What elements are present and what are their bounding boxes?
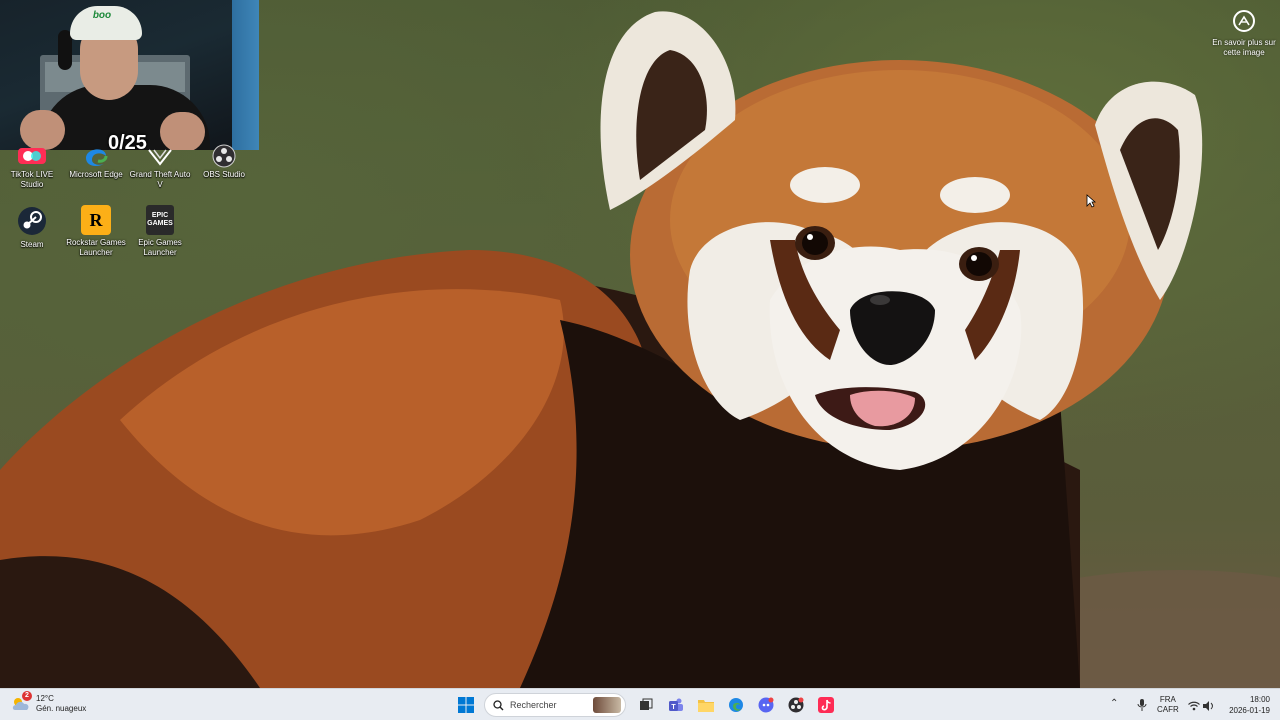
desktop-icon-gta-v[interactable]: Grand Theft Auto V [128,145,192,190]
svg-text:T: T [671,704,676,711]
task-view-icon [640,698,653,710]
desktop-icon-epic-games-launcher[interactable]: EPIC GAMES Epic Games Launcher [128,205,192,258]
clock-time: 18:00 [1249,695,1270,704]
background-light [232,0,259,150]
tiktok-taskbar-button[interactable] [812,691,840,719]
obs-icon [208,144,240,168]
taskbar-center: Rechercher T [452,689,842,720]
teams-icon: T [669,698,683,711]
obs-taskbar-button[interactable] [782,691,810,719]
weather-badge: 2 [22,691,32,701]
desktop-icon-label: Epic Games Launcher [138,238,182,257]
show-hidden-icons-chevron-icon[interactable]: ⌃ [1110,698,1118,709]
spotlight-icon [1233,10,1255,32]
weather-widget[interactable]: 2 12°C Gén. nuageux [10,691,87,715]
file-explorer-icon [698,700,714,712]
language-indicator[interactable]: FRA CAFR [1157,695,1179,715]
search-highlight-image [593,697,621,713]
search-placeholder: Rechercher [510,700,557,710]
cloud-icon: 2 [10,691,32,715]
keyboard-layout: CAFR [1157,705,1179,714]
language-code: FRA [1159,695,1176,704]
tiktok-icon [818,697,834,713]
taskbar: 2 12°C Gén. nuageux Rechercher T ⌃ FRA C… [0,688,1280,720]
spotlight-learn-more[interactable]: En savoir plus sur cette image [1208,8,1280,58]
desktop-icon-label: Grand Theft Auto V [129,170,191,189]
windows-icon [458,697,474,713]
desktop-icon-tiktok-live-studio[interactable]: TikTok LIVE Studio [0,145,64,190]
clock-date: 2026-01-19 [1229,706,1270,715]
weather-temp: 12°C [36,694,54,703]
clock[interactable]: 18:00 2026-01-19 [1222,694,1270,716]
weather-condition: Gén. nuageux [36,704,87,713]
desktop-icon-rockstar-games-launcher[interactable]: R Rockstar Games Launcher [64,205,128,258]
desktop-icon-label: Microsoft Edge [69,170,123,179]
teams-button[interactable]: T [662,691,690,719]
file-explorer-button[interactable] [692,691,720,719]
cap-logo: boo [92,10,112,21]
epic-logo-text: EPIC GAMES [147,212,173,227]
search-icon [493,699,504,710]
mouse-cursor-icon [1086,194,1097,213]
wifi-icon[interactable] [1188,698,1200,716]
obs-icon [788,697,804,713]
steam-icon [16,205,48,237]
desktop-icon-obs-studio[interactable]: OBS Studio [192,144,256,180]
volume-icon[interactable] [1203,698,1215,716]
desktop-icon-label: Rockstar Games Launcher [66,238,126,257]
edge-icon [80,145,112,167]
edge-icon [729,698,743,712]
gta-v-icon [144,145,176,167]
microphone-icon[interactable] [1137,698,1147,716]
rockstar-icon: R [81,205,111,235]
desktop-icon-microsoft-edge[interactable]: Microsoft Edge [64,145,128,180]
webcam-overlay: boo 0/25 [0,0,259,150]
edge-taskbar-button[interactable] [722,691,750,719]
desktop-icon-label: TikTok LIVE Studio [10,170,54,189]
rockstar-logo-letter: R [89,209,103,230]
left-hand [20,110,65,150]
tiktok-live-icon [16,145,48,167]
discord-button[interactable] [752,691,780,719]
desktop-icon-steam[interactable]: Steam [0,205,64,250]
start-button[interactable] [452,691,480,719]
spotlight-label: En savoir plus sur cette image [1212,38,1276,57]
task-view-button[interactable] [632,691,660,719]
taskbar-search[interactable]: Rechercher [484,693,626,717]
discord-icon [758,697,774,713]
desktop-icon-label: OBS Studio [203,170,245,179]
desktop-icon-label: Steam [20,240,44,249]
epic-games-icon: EPIC GAMES [146,205,174,235]
